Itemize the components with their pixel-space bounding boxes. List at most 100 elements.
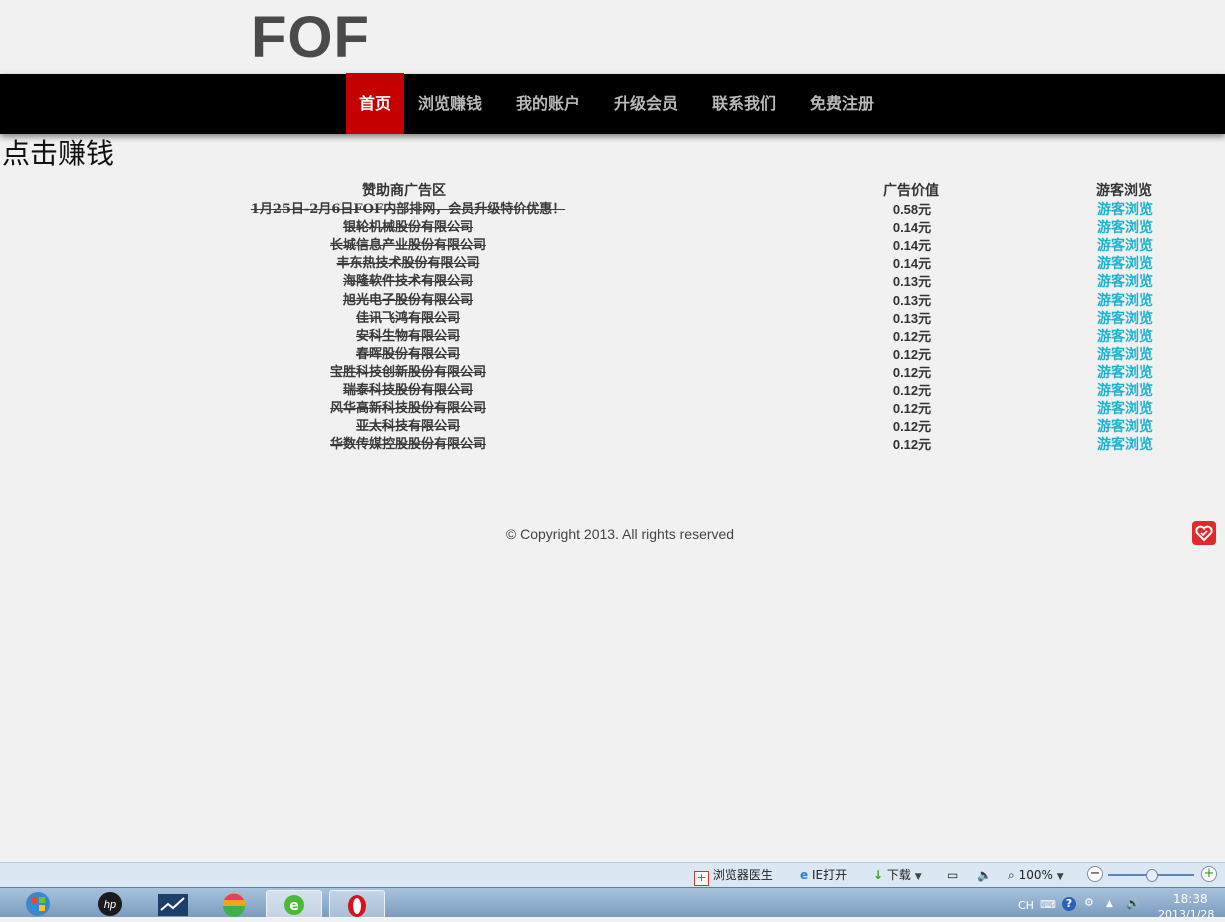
table-row: 亚太科技有限公司 0.12元 游客浏览 <box>0 418 1225 436</box>
nav-item-my-account[interactable]: 我的账户 <box>516 74 580 134</box>
zoom-in-button[interactable]: + <box>1201 866 1217 882</box>
help-icon[interactable]: ? <box>1062 897 1076 911</box>
ad-price: 0.12元 <box>892 383 932 398</box>
browser-doctor-label: 浏览器医生 <box>712 868 773 882</box>
stock-chart-icon <box>158 894 188 916</box>
opera-icon <box>348 895 366 917</box>
ie-logo-icon: e <box>800 868 809 882</box>
guest-view-link[interactable]: 游客浏览 <box>1082 219 1168 237</box>
guest-view-link[interactable]: 游客浏览 <box>1082 436 1168 454</box>
table-row: 1月25日-2月6日FOF内部排网，会员升级特价优惠！ 0.58元 游客浏览 <box>0 201 1225 219</box>
guest-view-link[interactable]: 游客浏览 <box>1082 400 1168 418</box>
ad-price: 0.12元 <box>892 437 932 452</box>
input-language[interactable]: CH <box>1018 899 1034 912</box>
ad-price: 0.13元 <box>892 311 932 326</box>
sponsor-name[interactable]: 丰东热技术股份有限公司 <box>232 255 584 273</box>
sponsor-name[interactable]: 1月25日-2月6日FOF内部排网，会员升级特价优惠！ <box>232 201 584 219</box>
nav-item-home[interactable]: 首页 <box>346 73 404 134</box>
sponsor-name[interactable]: 银轮机械股份有限公司 <box>232 219 584 237</box>
download-button[interactable]: ↓ 下载 ▼ <box>873 867 922 885</box>
speaker-muted-icon[interactable]: 🔈 <box>977 867 992 883</box>
table-row: 长城信息产业股份有限公司 0.14元 游客浏览 <box>0 237 1225 255</box>
guest-view-link[interactable]: 游客浏览 <box>1082 201 1168 219</box>
guest-view-link[interactable]: 游客浏览 <box>1082 273 1168 291</box>
volume-icon[interactable]: 🔊 <box>1126 897 1140 910</box>
guest-view-link[interactable]: 游客浏览 <box>1082 292 1168 310</box>
guest-view-link[interactable]: 游客浏览 <box>1082 255 1168 273</box>
dropdown-arrow-icon: ▼ <box>1056 872 1064 882</box>
dropdown-arrow-icon: ▼ <box>914 872 922 882</box>
header-sponsor: 赞助商广告区 <box>362 183 446 199</box>
zoom-out-button[interactable]: − <box>1087 866 1103 882</box>
taskbar-colorful-app[interactable] <box>208 890 262 917</box>
browser-doctor-button[interactable]: + 浏览器医生 <box>694 867 773 886</box>
keyboard-icon[interactable]: ⌨ <box>1040 898 1056 911</box>
guest-view-link[interactable]: 游客浏览 <box>1082 310 1168 328</box>
sponsor-name[interactable]: 佳讯飞鸿有限公司 <box>232 310 584 328</box>
taskbar-chart-app[interactable] <box>146 890 200 917</box>
sponsor-name[interactable]: 瑞泰科技股份有限公司 <box>232 382 584 400</box>
table-row: 丰东热技术股份有限公司 0.14元 游客浏览 <box>0 255 1225 273</box>
favorite-heart-button[interactable] <box>1192 521 1216 545</box>
zoom-slider-thumb[interactable] <box>1146 869 1158 882</box>
svg-text:e: e <box>289 898 299 914</box>
browser-e-icon: e <box>284 895 304 915</box>
ad-price: 0.13元 <box>892 293 932 308</box>
table-row: 银轮机械股份有限公司 0.14元 游客浏览 <box>0 219 1225 237</box>
clock-date[interactable]: 2013/1/28 <box>1158 908 1214 921</box>
guest-view-link[interactable]: 游客浏览 <box>1082 382 1168 400</box>
heart-icon <box>1195 525 1213 542</box>
zoom-control[interactable]: ⌕ 100% ▼ <box>1008 867 1064 885</box>
nav-item-register[interactable]: 免费注册 <box>810 74 874 134</box>
svg-text:hp: hp <box>104 899 116 911</box>
sponsor-name[interactable]: 旭光电子股份有限公司 <box>232 292 584 310</box>
sponsor-name[interactable]: 海隆软件技术有限公司 <box>232 273 584 291</box>
sponsor-name[interactable]: 长城信息产业股份有限公司 <box>232 237 584 255</box>
hp-logo-icon: hp <box>98 892 122 916</box>
medical-kit-icon: + <box>694 871 709 886</box>
clock-time[interactable]: 18:38 <box>1173 892 1208 906</box>
ad-price: 0.12元 <box>892 347 932 362</box>
table-row: 安科生物有限公司 0.12元 游客浏览 <box>0 328 1225 346</box>
nav-item-contact[interactable]: 联系我们 <box>712 74 776 134</box>
table-row: 海隆软件技术有限公司 0.13元 游客浏览 <box>0 273 1225 291</box>
download-arrow-icon: ↓ <box>873 868 884 882</box>
windows-taskbar: hp e CH ⌨ ? ⚙ ▲ 🔊 18:38 2013/1/28 <box>0 887 1225 921</box>
taskbar-hp-app[interactable]: hp <box>84 890 138 917</box>
window-icon[interactable]: ▭ <box>947 867 958 883</box>
show-hidden-icons-icon[interactable]: ▲ <box>1106 899 1113 909</box>
ad-price: 0.12元 <box>892 419 932 434</box>
color-ball-icon <box>223 893 245 917</box>
ad-price: 0.12元 <box>892 401 932 416</box>
ie-open-button[interactable]: e IE打开 <box>800 867 847 883</box>
guest-view-link[interactable]: 游客浏览 <box>1082 418 1168 436</box>
tray-settings-icon[interactable]: ⚙ <box>1084 896 1094 909</box>
start-button[interactable] <box>16 890 70 917</box>
browser-statusbar: + 浏览器医生 e IE打开 ↓ 下载 ▼ ▭ 🔈 ⌕ 100% ▼ − + <box>0 862 1225 887</box>
table-row: 佳讯飞鸿有限公司 0.13元 游客浏览 <box>0 310 1225 328</box>
table-row: 春晖股份有限公司 0.12元 游客浏览 <box>0 346 1225 364</box>
site-logo[interactable]: FOF <box>251 4 370 71</box>
taskbar-browser-app[interactable]: e <box>266 890 322 919</box>
guest-view-link[interactable]: 游客浏览 <box>1082 328 1168 346</box>
sponsor-name[interactable]: 风华高新科技股份有限公司 <box>232 400 584 418</box>
guest-view-link[interactable]: 游客浏览 <box>1082 346 1168 364</box>
ad-price: 0.58元 <box>892 202 932 217</box>
sponsor-name[interactable]: 亚太科技有限公司 <box>232 418 584 436</box>
guest-view-link[interactable]: 游客浏览 <box>1082 364 1168 382</box>
table-row: 风华高新科技股份有限公司 0.12元 游客浏览 <box>0 400 1225 418</box>
nav-item-browse-earn[interactable]: 浏览赚钱 <box>418 74 482 134</box>
nav-item-upgrade[interactable]: 升级会员 <box>614 74 678 134</box>
ie-open-label: IE打开 <box>811 868 848 882</box>
sponsor-name[interactable]: 宝胜科技创新股份有限公司 <box>232 364 584 382</box>
sponsor-name[interactable]: 安科生物有限公司 <box>232 328 584 346</box>
ad-price: 0.13元 <box>892 274 932 289</box>
magnifier-icon: ⌕ <box>1008 868 1015 882</box>
table-row: 华数传媒控股股份有限公司 0.12元 游客浏览 <box>0 436 1225 454</box>
guest-view-link[interactable]: 游客浏览 <box>1082 237 1168 255</box>
sponsor-name[interactable]: 春晖股份有限公司 <box>232 346 584 364</box>
taskbar-opera-app[interactable] <box>329 890 385 919</box>
main-navbar: 首页 浏览赚钱 我的账户 升级会员 联系我们 免费注册 <box>0 73 1225 134</box>
sponsor-name[interactable]: 华数传媒控股股份有限公司 <box>232 436 584 454</box>
ad-price: 0.14元 <box>892 256 932 271</box>
